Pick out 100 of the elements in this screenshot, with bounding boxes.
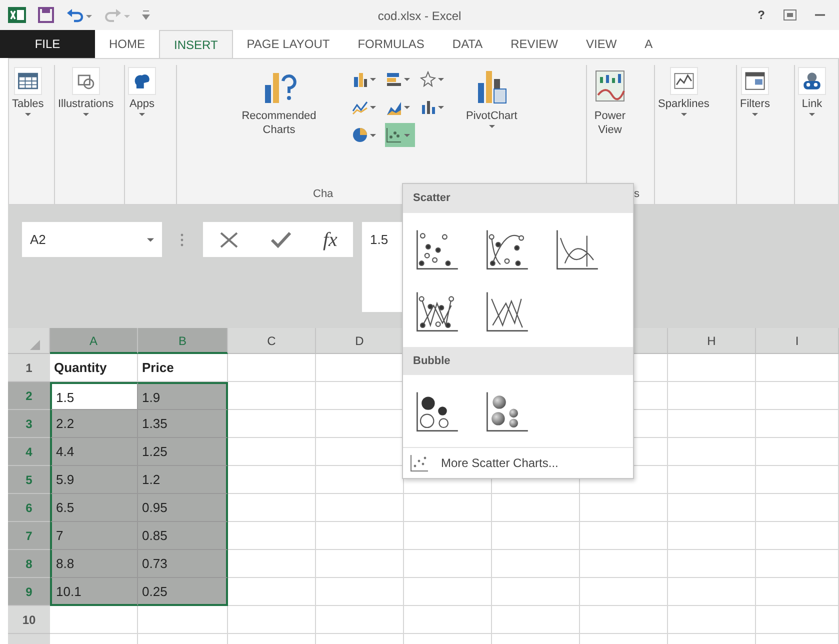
table-cell[interactable] bbox=[404, 606, 492, 634]
table-cell[interactable] bbox=[756, 522, 839, 550]
table-cell[interactable] bbox=[668, 466, 756, 494]
chart-type-button[interactable] bbox=[385, 123, 415, 147]
table-cell[interactable] bbox=[668, 410, 756, 438]
table-cell[interactable] bbox=[228, 354, 316, 382]
more-charts-link[interactable]: More Scatter Charts... bbox=[441, 454, 558, 472]
column-header[interactable]: D bbox=[316, 328, 404, 354]
table-cell[interactable]: 7 bbox=[50, 522, 138, 550]
ribbon-button[interactable]: Recommended Charts bbox=[233, 65, 325, 140]
table-cell[interactable] bbox=[668, 522, 756, 550]
table-cell[interactable]: 6.5 bbox=[50, 494, 138, 522]
ribbon-tab[interactable]: PAGE LAYOUT bbox=[232, 30, 344, 58]
table-cell[interactable] bbox=[668, 606, 756, 634]
table-cell[interactable]: 0.73 bbox=[138, 550, 228, 578]
row-header[interactable]: 1 bbox=[8, 354, 50, 382]
enter-icon[interactable] bbox=[270, 230, 292, 248]
table-cell[interactable]: 5.9 bbox=[50, 466, 138, 494]
table-cell[interactable] bbox=[668, 494, 756, 522]
table-cell[interactable] bbox=[316, 606, 404, 634]
table-cell[interactable]: 1.25 bbox=[138, 438, 228, 466]
column-header[interactable]: I bbox=[756, 328, 839, 354]
ribbon-tab[interactable]: VIEW bbox=[572, 30, 631, 58]
table-cell[interactable] bbox=[228, 578, 316, 606]
table-cell[interactable] bbox=[228, 382, 316, 410]
table-cell[interactable] bbox=[228, 550, 316, 578]
insert-function-button[interactable]: fx bbox=[322, 224, 338, 254]
table-cell[interactable] bbox=[756, 550, 839, 578]
grip-icon[interactable] bbox=[180, 233, 184, 247]
table-cell[interactable] bbox=[756, 466, 839, 494]
ribbon-button[interactable]: Link bbox=[795, 65, 829, 118]
table-cell[interactable] bbox=[668, 550, 756, 578]
table-cell[interactable] bbox=[492, 550, 580, 578]
ribbon-tab[interactable]: INSERT bbox=[159, 30, 233, 58]
table-cell[interactable]: 4.4 bbox=[50, 438, 138, 466]
ribbon-tab[interactable]: HOME bbox=[95, 30, 159, 58]
table-cell[interactable] bbox=[316, 578, 404, 606]
table-cell[interactable] bbox=[756, 410, 839, 438]
table-cell[interactable] bbox=[404, 550, 492, 578]
ribbon-button[interactable]: Filters bbox=[737, 65, 773, 118]
table-cell[interactable] bbox=[228, 438, 316, 466]
table-cell[interactable]: 10.1 bbox=[50, 578, 138, 606]
ribbon-button[interactable]: PivotChart bbox=[463, 65, 520, 130]
save-icon[interactable] bbox=[38, 7, 54, 23]
table-cell[interactable] bbox=[756, 578, 839, 606]
table-cell[interactable] bbox=[404, 578, 492, 606]
table-cell[interactable] bbox=[580, 578, 668, 606]
table-cell[interactable]: 1.35 bbox=[138, 410, 228, 438]
table-cell[interactable]: 0.95 bbox=[138, 494, 228, 522]
table-cell[interactable] bbox=[756, 494, 839, 522]
column-header[interactable]: H bbox=[668, 328, 756, 354]
ribbon-tab[interactable]: DATA bbox=[438, 30, 497, 58]
table-cell[interactable] bbox=[316, 522, 404, 550]
column-header[interactable]: C bbox=[228, 328, 316, 354]
table-cell[interactable] bbox=[492, 578, 580, 606]
ribbon-button[interactable]: Apps bbox=[125, 65, 159, 118]
table-cell[interactable]: 0.85 bbox=[138, 522, 228, 550]
table-cell[interactable] bbox=[228, 494, 316, 522]
select-all-icon[interactable] bbox=[30, 340, 40, 350]
ribbon-tab[interactable]: REVIEW bbox=[496, 30, 572, 58]
table-cell[interactable] bbox=[50, 606, 138, 634]
ribbon-button[interactable]: Power View bbox=[587, 65, 633, 140]
table-cell[interactable]: 1.9 bbox=[138, 382, 228, 410]
undo-icon[interactable] bbox=[66, 7, 92, 23]
table-cell[interactable] bbox=[756, 606, 839, 634]
table-cell[interactable] bbox=[756, 382, 839, 410]
table-cell[interactable] bbox=[316, 550, 404, 578]
table-cell[interactable]: 0.25 bbox=[138, 578, 228, 606]
table-cell[interactable]: 2.2 bbox=[50, 410, 138, 438]
table-cell[interactable] bbox=[668, 578, 756, 606]
table-cell[interactable]: 1.5 bbox=[50, 382, 138, 410]
ribbon-button[interactable]: Illustrations bbox=[55, 65, 117, 118]
table-cell[interactable] bbox=[580, 494, 668, 522]
table-cell[interactable] bbox=[492, 606, 580, 634]
table-cell[interactable] bbox=[404, 522, 492, 550]
table-cell[interactable] bbox=[756, 354, 839, 382]
ribbon-display-icon[interactable] bbox=[783, 9, 797, 21]
table-cell[interactable] bbox=[668, 382, 756, 410]
ribbon-tab[interactable]: A bbox=[630, 30, 653, 58]
ribbon-tab[interactable]: FORMULAS bbox=[344, 30, 438, 58]
row-header[interactable]: 10 bbox=[8, 606, 50, 634]
ribbon-button[interactable]: Tables bbox=[9, 65, 47, 118]
table-cell[interactable] bbox=[316, 494, 404, 522]
table-cell[interactable] bbox=[668, 354, 756, 382]
help-button[interactable]: ? bbox=[758, 6, 765, 24]
file-tab[interactable]: FILE bbox=[0, 30, 95, 58]
table-cell[interactable] bbox=[228, 522, 316, 550]
table-cell[interactable]: 8.8 bbox=[50, 550, 138, 578]
table-cell[interactable]: 1.2 bbox=[138, 466, 228, 494]
redo-icon[interactable] bbox=[104, 7, 130, 23]
name-box[interactable]: A2 bbox=[22, 222, 162, 257]
ribbon-button[interactable]: Sparklines bbox=[655, 65, 712, 118]
table-cell[interactable] bbox=[228, 410, 316, 438]
table-cell[interactable] bbox=[756, 438, 839, 466]
table-cell[interactable] bbox=[580, 550, 668, 578]
table-cell[interactable] bbox=[492, 494, 580, 522]
table-cell[interactable] bbox=[228, 466, 316, 494]
table-cell[interactable] bbox=[580, 606, 668, 634]
table-cell[interactable] bbox=[228, 606, 316, 634]
table-cell[interactable] bbox=[404, 494, 492, 522]
